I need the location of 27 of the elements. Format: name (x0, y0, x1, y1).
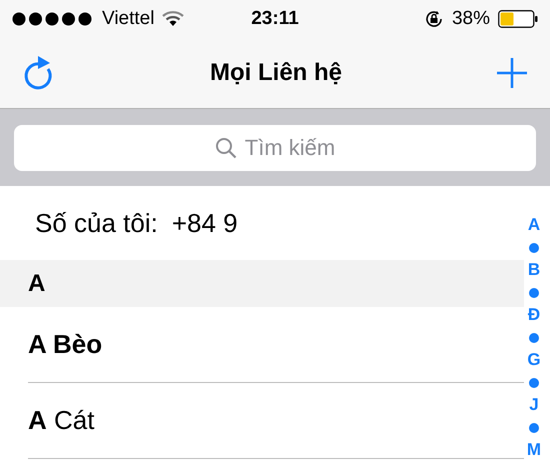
rotation-lock-icon (424, 9, 444, 29)
page-title: Mọi Liên hệ (210, 59, 342, 87)
index-letter[interactable]: Đ (528, 304, 540, 326)
index-dot[interactable] (529, 378, 539, 388)
contact-name[interactable]: A Bèo (28, 329, 102, 360)
battery-icon (498, 10, 538, 28)
index-dot[interactable] (529, 422, 539, 433)
signal-icon (12, 12, 94, 26)
index-letter[interactable]: G (527, 349, 541, 372)
index-dot[interactable] (529, 242, 539, 253)
add-button[interactable] (496, 57, 528, 89)
index-letter[interactable]: A (528, 214, 540, 236)
index-letter[interactable]: B (528, 259, 540, 282)
battery-percentage: 38% (452, 8, 490, 30)
index-letter[interactable]: J (529, 394, 539, 416)
index-letter[interactable]: M (526, 439, 542, 461)
my-number-value: +84 9 (172, 208, 238, 238)
index-dot[interactable] (529, 288, 539, 298)
clock: 23:11 (251, 8, 299, 30)
contact-name[interactable]: A Cát (28, 405, 94, 436)
search-icon (214, 136, 237, 158)
my-number-label: Số của tôi: (35, 208, 158, 238)
index-dot[interactable] (529, 332, 539, 343)
search-field[interactable]: Tìm kiếm (14, 124, 536, 170)
carrier-name: Viettel (102, 8, 154, 30)
wifi-icon (162, 11, 184, 27)
section-header: A (0, 260, 524, 307)
